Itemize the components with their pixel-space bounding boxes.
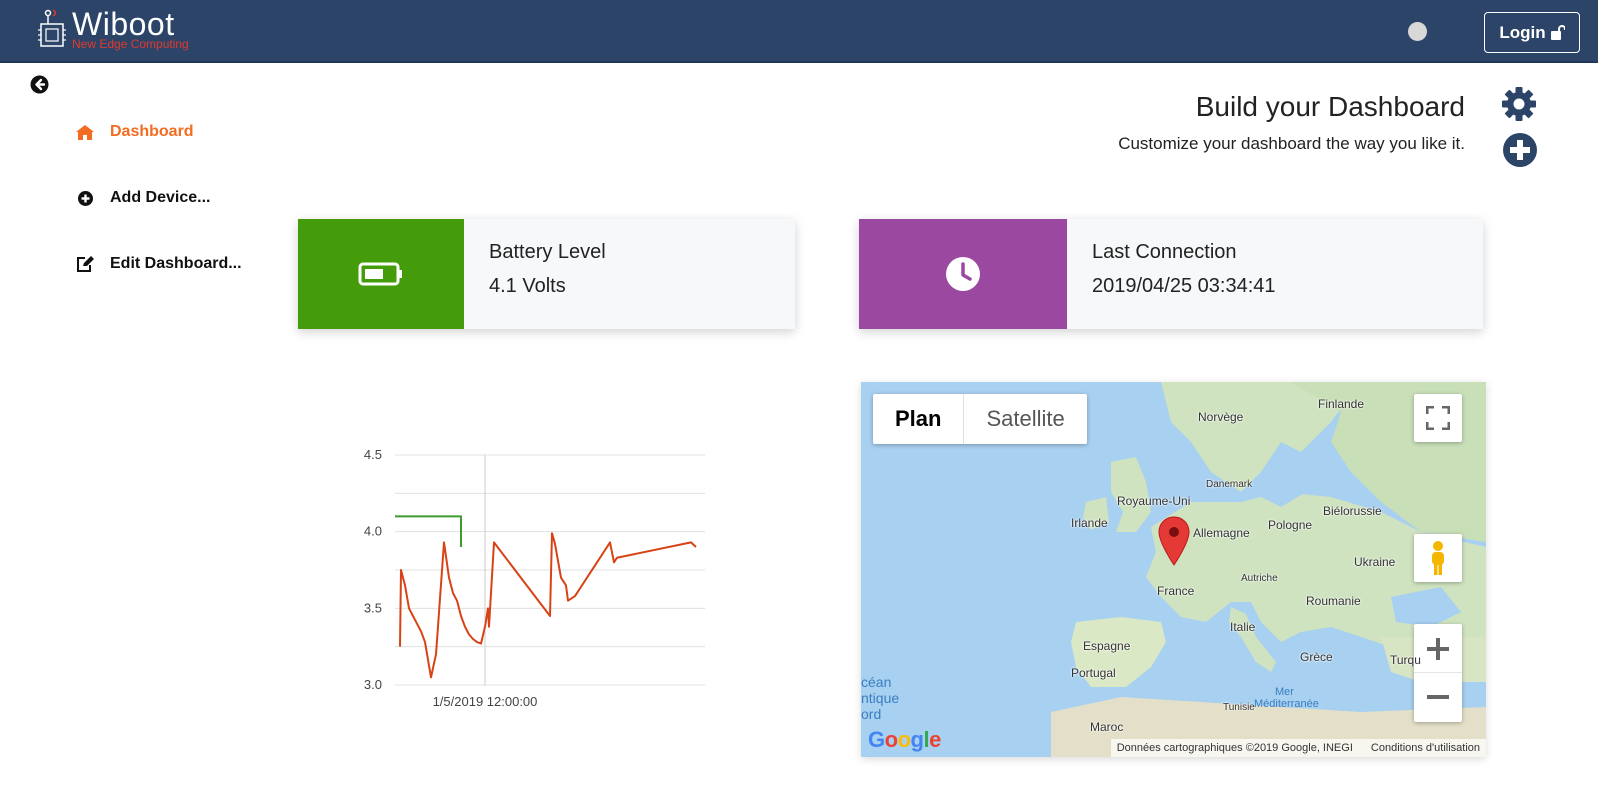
street-view-pegman-icon[interactable] [1414,534,1462,582]
fullscreen-icon[interactable] [1414,394,1462,442]
map-type-satellite-button[interactable]: Satellite [964,394,1086,444]
card-value: 4.1 Volts [489,275,566,297]
top-navbar: Wiboot New Edge Computing Login [0,0,1598,63]
map-label: Espagne [1083,639,1131,653]
map-label: Portugal [1071,666,1116,680]
zoom-control [1414,624,1462,722]
location-marker-icon[interactable] [1158,516,1190,566]
map-label: Royaume-Uni [1117,494,1191,508]
battery-icon [298,219,464,329]
map-label: ntique [861,690,900,706]
connection-status-dot [1408,22,1427,41]
card-title: Battery Level [489,241,606,263]
sidebar-item-edit-dashboard[interactable]: Edit Dashboard... [76,255,242,273]
map-label: Autriche [1241,573,1278,584]
zoom-in-icon[interactable] [1414,625,1462,673]
map-label: Allemagne [1193,526,1250,540]
page-title: Build your Dashboard [1195,91,1465,122]
map-type-control: Plan Satellite [873,394,1087,444]
card-value: 2019/04/25 03:34:41 [1092,275,1276,297]
y-tick-label: 4.5 [364,447,382,462]
map-terms-link[interactable]: Conditions d'utilisation [1371,742,1480,754]
last-connection-card: Last Connection 2019/04/25 03:34:41 [859,219,1483,329]
add-widget-icon[interactable] [1502,132,1538,168]
sidebar-item-add-device[interactable]: Add Device... [76,189,210,207]
x-tick-label: 1/5/2019 12:00:00 [433,694,538,709]
map-label: ord [861,706,882,722]
series-line-1 [399,532,697,679]
map-label: Pologne [1268,518,1313,532]
battery-level-card: Battery Level 4.1 Volts [298,219,795,329]
map-label: Irlande [1071,516,1108,530]
plus-circle-icon [76,189,94,207]
login-button[interactable]: Login [1484,12,1580,53]
map-label: Mer [1275,686,1294,698]
sidebar-item-label: Edit Dashboard... [110,255,242,272]
map-type-plan-button[interactable]: Plan [873,394,965,444]
map-label: Roumanie [1306,594,1361,608]
google-logo: Google [868,727,941,752]
y-tick-label: 4.0 [364,524,382,539]
app-name: Wiboot [72,6,175,42]
map-label: France [1157,584,1195,598]
map-label: Danemark [1206,479,1253,490]
map-label: Norvège [1198,410,1244,424]
chip-logo-icon [36,8,68,52]
sidebar-item-label: Add Device... [110,189,211,206]
home-icon [76,123,94,141]
login-label: Login [1499,22,1546,42]
map-attribution: Données cartographiques ©2019 Google, IN… [1116,742,1353,754]
map-label: Ukraine [1354,555,1396,569]
page-subtitle: Customize your dashboard the way you lik… [1118,134,1465,153]
map-label: Tunisie [1223,702,1255,713]
unlock-icon [1550,25,1565,40]
map-label: Finlande [1318,397,1365,411]
location-map[interactable]: Plan Satellite Finlande Norvège Danemark… [861,382,1486,757]
map-label: céan [861,674,892,690]
map-label: Méditerranée [1254,698,1319,710]
map-label: Turqu [1390,653,1421,667]
sidebar-item-label: Dashboard [110,123,194,140]
card-title: Last Connection [1092,241,1237,263]
app-tagline: New Edge Computing [72,37,189,51]
map-label: Maroc [1090,720,1124,734]
zoom-out-icon[interactable] [1414,673,1462,721]
map-label: Biélorussie [1323,504,1382,518]
app-logo[interactable]: Wiboot New Edge Computing [36,8,189,54]
map-footer: Données cartographiques ©2019 Google, IN… [1110,739,1486,757]
sidebar-item-dashboard[interactable]: Dashboard [76,123,194,141]
map-label: Grèce [1300,650,1333,664]
chart-svg: 4.5 4.0 3.5 3.0 1/5/2019 12:00:00 [364,447,705,709]
gear-icon[interactable] [1501,86,1537,122]
y-tick-label: 3.5 [364,600,382,615]
battery-voltage-chart: 4.5 4.0 3.5 3.0 1/5/2019 12:00:00 [350,440,710,715]
edit-icon [76,255,94,273]
clock-icon [859,219,1067,329]
map-label: Italie [1230,620,1256,634]
back-arrow-icon[interactable] [30,75,49,94]
y-tick-label: 3.0 [364,677,382,692]
